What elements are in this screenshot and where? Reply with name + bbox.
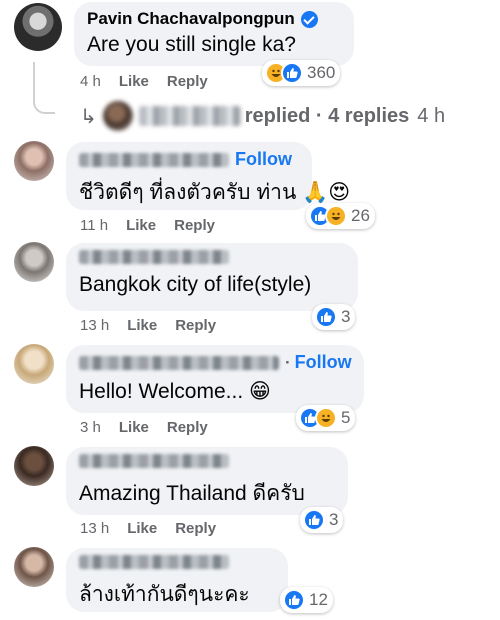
reply-button[interactable]: Reply <box>167 419 208 436</box>
commenter-avatar[interactable] <box>14 242 54 282</box>
timestamp[interactable]: 13 h <box>80 317 109 334</box>
replier-avatar <box>102 101 133 131</box>
timestamp[interactable]: 3 h <box>80 419 101 436</box>
author-avatar[interactable] <box>14 3 62 51</box>
main-comment-meta: 4 h Like Reply <box>80 73 208 90</box>
comment-bubble: Follow ชีวิตดีๆ ที่ลงตัวครับ ท่าน 🙏😍 <box>66 142 351 210</box>
thumbs-up-icon <box>315 306 337 328</box>
reply-button[interactable]: Reply <box>175 317 216 334</box>
comment-bubble: Bangkok city of life(style) <box>66 243 358 311</box>
comment-meta: 3 h Like Reply <box>80 419 208 436</box>
comment-reactions[interactable]: 26 <box>306 203 375 229</box>
commenter-name-blurred[interactable] <box>79 250 229 264</box>
comment-bubble: ล้างเท้ากันดีๆนะคะ <box>66 548 288 612</box>
timestamp[interactable]: 4 h <box>80 73 101 90</box>
comment-text: ล้างเท้ากันดีๆนะคะ <box>79 583 250 606</box>
timestamp[interactable]: 11 h <box>80 217 108 234</box>
thread-connector <box>33 62 55 114</box>
commenter-avatar[interactable] <box>14 446 54 486</box>
thumbs-up-icon <box>303 509 325 531</box>
follow-button[interactable]: Follow <box>295 352 352 373</box>
comment-text: Bangkok city of life(style) <box>79 273 312 296</box>
reaction-count: 3 <box>329 510 339 529</box>
replier-name-blurred <box>138 106 241 126</box>
reply-button[interactable]: Reply <box>175 520 216 537</box>
comment-text: Hello! Welcome... 😁 <box>79 379 271 403</box>
replies-count[interactable]: replied · 4 replies <box>245 105 410 128</box>
reaction-count: 12 <box>309 590 328 609</box>
reply-arrow-icon: ↳ <box>80 105 97 128</box>
comment-text: ชีวิตดีๆ ที่ลงตัวครับ ท่าน 🙏😍 <box>79 180 351 204</box>
commenter-name-blurred[interactable] <box>79 454 229 468</box>
view-replies-link[interactable]: ↳ replied · 4 replies 4 h <box>80 101 445 131</box>
comment-bubble: Amazing Thailand ดีครับ <box>66 447 348 515</box>
main-comment-text: Are you still single ka? <box>87 33 296 56</box>
laughing-face-icon <box>325 205 347 227</box>
main-comment-reactions[interactable]: 360 <box>262 60 341 86</box>
commenter-name-blurred[interactable] <box>79 152 229 167</box>
commenter-name-blurred[interactable] <box>79 355 279 370</box>
comment-meta: 13 h Like Reply <box>80 520 216 537</box>
replies-time: 4 h <box>417 104 446 127</box>
like-button[interactable]: Like <box>119 419 149 436</box>
verified-badge-icon <box>300 10 318 28</box>
commenter-avatar[interactable] <box>14 547 54 587</box>
comment-reactions[interactable]: 3 <box>312 304 356 330</box>
reply-button[interactable]: Reply <box>167 73 208 90</box>
like-button[interactable]: Like <box>127 520 157 537</box>
comment-reactions[interactable]: 12 <box>280 587 333 613</box>
comment-bubble: · Follow Hello! Welcome... 😁 <box>66 345 364 413</box>
like-button[interactable]: Like <box>126 217 156 234</box>
author-name[interactable]: Pavin Chachavalpongpun <box>87 9 295 29</box>
comment-reactions[interactable]: 3 <box>300 507 344 533</box>
commenter-avatar[interactable] <box>14 344 54 384</box>
commenter-avatar[interactable] <box>14 141 54 181</box>
comment-meta: 13 h Like Reply <box>80 317 216 334</box>
reaction-count: 360 <box>307 63 336 82</box>
comment-text: Amazing Thailand ดีครับ <box>79 482 305 505</box>
reaction-count: 5 <box>341 408 351 427</box>
comment-meta: 11 h Like Reply <box>80 217 215 234</box>
main-comment-bubble: Pavin Chachavalpongpun Are you still sin… <box>74 2 354 66</box>
thumbs-up-icon <box>281 62 303 84</box>
timestamp[interactable]: 13 h <box>80 520 109 537</box>
separator-dot: · <box>285 352 291 372</box>
like-button[interactable]: Like <box>119 73 149 90</box>
laughing-face-icon <box>315 407 337 429</box>
follow-button[interactable]: Follow <box>235 149 292 170</box>
commenter-name-blurred[interactable] <box>79 555 229 569</box>
comment-reactions[interactable]: 5 <box>296 405 356 431</box>
thumbs-up-icon <box>283 589 305 611</box>
like-button[interactable]: Like <box>127 317 157 334</box>
reaction-count: 26 <box>351 206 370 225</box>
reply-button[interactable]: Reply <box>174 217 215 234</box>
reaction-count: 3 <box>341 307 351 326</box>
